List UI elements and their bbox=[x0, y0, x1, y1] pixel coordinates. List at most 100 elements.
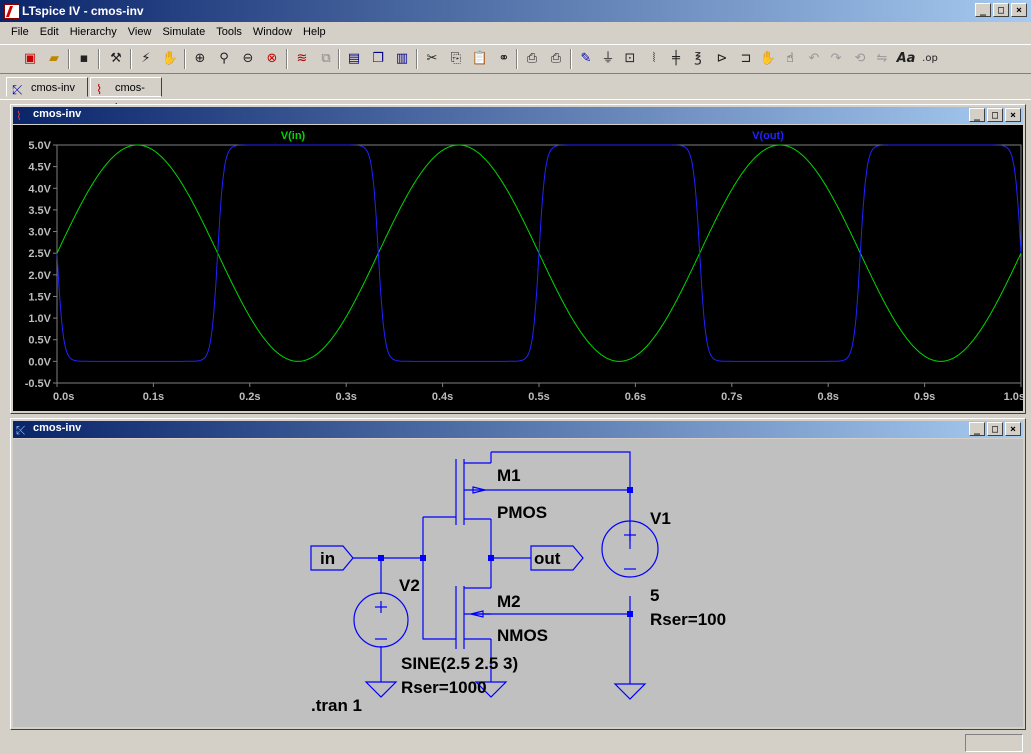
minimize-button[interactable]: _ bbox=[969, 422, 985, 436]
x-tick-label: 0.2s bbox=[239, 391, 260, 403]
x-tick-label: 0.6s bbox=[625, 391, 646, 403]
m2-name: M2 bbox=[497, 592, 521, 611]
menu-view[interactable]: View bbox=[123, 23, 158, 42]
net-label-out: out bbox=[534, 549, 561, 568]
text-icon[interactable]: Aa bbox=[896, 49, 916, 69]
component-icon[interactable]: ⊐ bbox=[736, 49, 756, 69]
trace-vout[interactable] bbox=[56, 144, 1022, 362]
move-icon[interactable]: ✋ bbox=[758, 49, 778, 69]
junction-dot bbox=[488, 555, 494, 561]
zoom-out-icon[interactable]: ⚲ bbox=[214, 49, 234, 69]
junction-dot bbox=[378, 555, 384, 561]
copy-icon[interactable]: ⎘ bbox=[446, 49, 466, 69]
print-icon[interactable]: ⎙ bbox=[546, 49, 566, 69]
menu-simulate[interactable]: Simulate bbox=[157, 23, 211, 42]
autorange-icon[interactable]: ≋ bbox=[292, 49, 312, 69]
print-setup-icon[interactable]: ⎙ bbox=[522, 49, 542, 69]
tab-waveform[interactable]: ⌇ cmos-inv bbox=[90, 77, 162, 114]
v2-rser: Rser=1000 bbox=[401, 678, 487, 697]
window-controls: _ □ × bbox=[969, 422, 1021, 436]
legend-v-in[interactable]: V(in) bbox=[281, 130, 306, 142]
tab-schematic[interactable]: ⤪ cmos-inv bbox=[6, 77, 88, 97]
waveform-plot[interactable]: 5.0V 4.5V 4.0V 3.5V 3.0V 2.5V 2.0V 1.5V 1.0V 0.5V… bbox=[13, 125, 1025, 411]
voltage-source-v2[interactable] bbox=[353, 592, 409, 648]
add-trace-icon[interactable]: ⧉ bbox=[316, 49, 336, 69]
y-tick-label: 2.0V bbox=[28, 270, 51, 282]
minimize-button[interactable]: _ bbox=[969, 108, 985, 122]
maximize-button[interactable]: □ bbox=[987, 422, 1003, 436]
paste-icon[interactable]: 📋 bbox=[470, 49, 490, 69]
wire-icon[interactable]: ✎ bbox=[576, 49, 596, 69]
rotate-icon[interactable]: ⟲ bbox=[850, 49, 870, 69]
tile-horizontal-icon[interactable]: ▤ bbox=[344, 49, 364, 69]
toolbar-separator bbox=[516, 49, 518, 69]
zoom-area-icon[interactable]: ⊖ bbox=[238, 49, 258, 69]
minimize-button[interactable]: _ bbox=[975, 3, 991, 17]
label-net-icon[interactable]: ⊡ bbox=[620, 49, 640, 69]
y-tick-label: 1.5V bbox=[28, 291, 51, 303]
open-icon[interactable]: ▰ bbox=[44, 49, 64, 69]
tab-label: cmos-inv bbox=[31, 82, 76, 94]
new-schematic-icon[interactable]: ▣ bbox=[20, 49, 40, 69]
find-icon[interactable]: ⚭ bbox=[494, 49, 514, 69]
tran-directive[interactable]: .tran 1 bbox=[311, 696, 362, 715]
cascade-icon[interactable]: ❐ bbox=[368, 49, 388, 69]
halt-icon[interactable]: ✋ bbox=[160, 49, 180, 69]
nmos-m2[interactable] bbox=[455, 586, 491, 649]
run-icon[interactable]: ⚡ bbox=[136, 49, 156, 69]
x-tick-label: 0.3s bbox=[335, 391, 356, 403]
zoom-cancel-icon[interactable]: ⊗ bbox=[262, 49, 282, 69]
waveform-icon: ⌇ bbox=[96, 82, 103, 97]
close-button[interactable]: × bbox=[1011, 3, 1027, 17]
menu-window[interactable]: Window bbox=[248, 23, 298, 42]
schematic-icon: ⤪ bbox=[16, 423, 26, 437]
zoom-in-icon[interactable]: ⊕ bbox=[190, 49, 210, 69]
schematic-window-title: cmos-inv bbox=[33, 422, 82, 434]
ground-symbol[interactable] bbox=[613, 683, 647, 700]
diode-icon[interactable]: ⊳ bbox=[712, 49, 732, 69]
v1-value: 5 bbox=[650, 586, 659, 605]
menu-bar: File Edit Hierarchy View Simulate Tools … bbox=[0, 23, 1031, 42]
v1-name: V1 bbox=[650, 509, 671, 528]
undo-icon[interactable]: ↶ bbox=[804, 49, 824, 69]
toolbar-separator bbox=[338, 49, 340, 69]
ground-symbol[interactable] bbox=[364, 681, 398, 698]
window-controls: _ □ × bbox=[975, 3, 1027, 17]
waveform-window-title: cmos-inv bbox=[33, 108, 82, 120]
maximize-button[interactable]: □ bbox=[987, 108, 1003, 122]
close-button[interactable]: × bbox=[1005, 422, 1021, 436]
save-icon[interactable]: ▪ bbox=[74, 49, 94, 69]
spice-directive-icon[interactable]: .op bbox=[920, 49, 940, 69]
close-button[interactable]: × bbox=[1005, 108, 1021, 122]
pmos-m1[interactable] bbox=[455, 452, 492, 528]
mirror-icon[interactable]: ⇋ bbox=[872, 49, 892, 69]
waveform-chart: 5.0V 4.5V 4.0V 3.5V 3.0V 2.5V 2.0V 1.5V 1.0V 0.5V… bbox=[25, 130, 1025, 403]
drag-icon[interactable]: ☝ bbox=[780, 49, 800, 69]
x-tick-label: 1.0s bbox=[1004, 391, 1023, 403]
menu-file[interactable]: File bbox=[6, 23, 35, 42]
menu-help[interactable]: Help bbox=[298, 23, 332, 42]
resistor-icon[interactable]: ⦚ bbox=[644, 49, 664, 69]
schematic-window-titlebar: ⤪ cmos-inv _ □ × bbox=[13, 421, 1023, 438]
status-bar bbox=[0, 730, 1031, 754]
menu-hierarchy[interactable]: Hierarchy bbox=[65, 23, 123, 42]
menu-tools[interactable]: Tools bbox=[211, 23, 248, 42]
control-panel-icon[interactable]: ⚒ bbox=[106, 49, 126, 69]
plot-frame bbox=[56, 144, 1022, 384]
wire[interactable] bbox=[422, 517, 456, 640]
cut-icon[interactable]: ✂ bbox=[422, 49, 442, 69]
window-controls: _ □ × bbox=[969, 108, 1021, 122]
legend-v-out[interactable]: V(out) bbox=[752, 130, 784, 142]
capacitor-icon[interactable]: ╪ bbox=[666, 49, 686, 69]
tile-vertical-icon[interactable]: ▥ bbox=[392, 49, 412, 69]
maximize-button[interactable]: □ bbox=[993, 3, 1009, 17]
ground-icon[interactable]: ⏚ bbox=[598, 49, 618, 69]
schematic-canvas[interactable]: M1 PMOS M2 NMOS V1 5 Rser=100 V2 SINE(2.… bbox=[13, 439, 1023, 727]
y-tick-label: 3.5V bbox=[28, 205, 51, 217]
menu-edit[interactable]: Edit bbox=[35, 23, 65, 42]
y-tick-label: 1.0V bbox=[28, 313, 51, 325]
toolbar-separator bbox=[416, 49, 418, 69]
inductor-icon[interactable]: ℥ bbox=[688, 49, 708, 69]
junction-dot bbox=[627, 611, 633, 617]
redo-icon[interactable]: ↷ bbox=[826, 49, 846, 69]
